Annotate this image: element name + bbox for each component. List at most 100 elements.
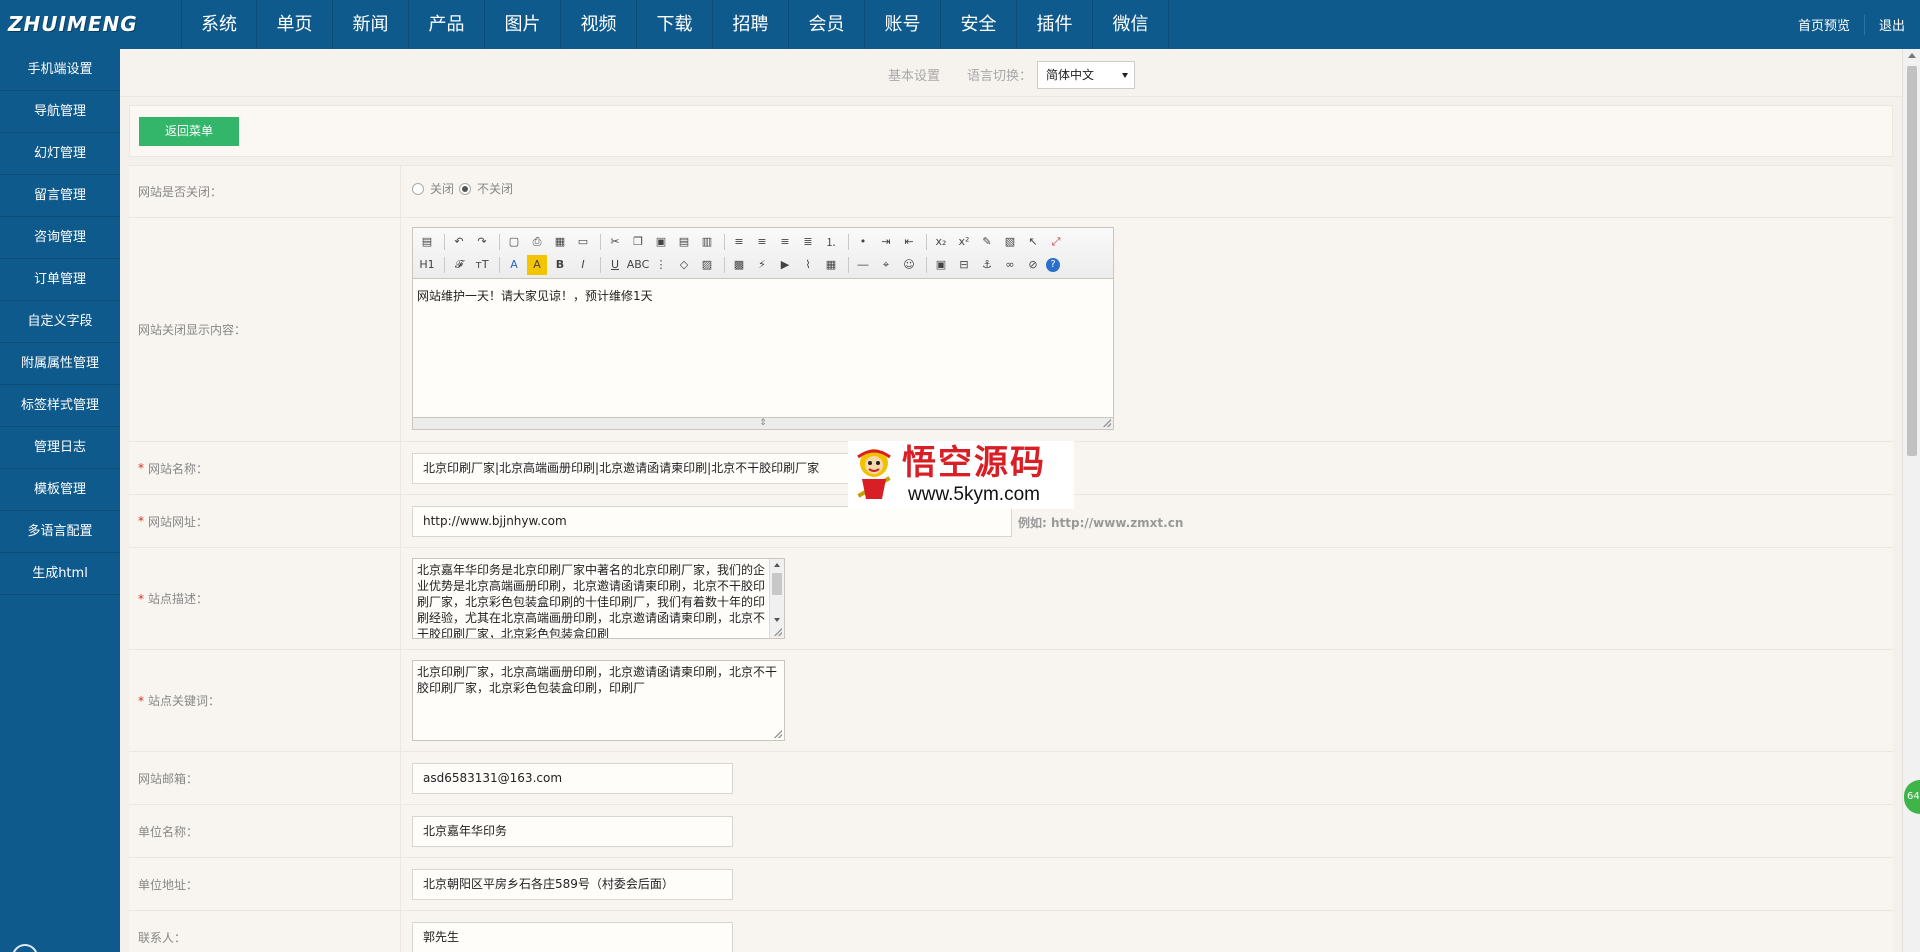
indent-icon[interactable]: ⇥ bbox=[876, 232, 896, 252]
superscript-icon[interactable]: x² bbox=[954, 232, 974, 252]
nav-item-images[interactable]: 图片 bbox=[485, 0, 561, 49]
contact-input[interactable]: 郭先生 bbox=[412, 922, 733, 952]
outdent-icon[interactable]: ⇤ bbox=[899, 232, 919, 252]
site-description-textarea[interactable]: 北京嘉年华印务是北京印刷厂家中著名的北京印刷厂家，我们的企业优势是北京高端画册印… bbox=[412, 558, 785, 639]
sidebar-item-templates[interactable]: 模板管理 bbox=[0, 469, 120, 511]
address-input[interactable]: 北京朝阳区平房乡石各庄589号（村委会后面） bbox=[412, 869, 733, 900]
sidebar-item-generate-html[interactable]: 生成html bbox=[0, 553, 120, 595]
paste-text-icon[interactable]: ▤ bbox=[674, 232, 694, 252]
sidebar-item-messages[interactable]: 留言管理 bbox=[0, 175, 120, 217]
nav-item-download[interactable]: 下载 bbox=[637, 0, 713, 49]
sidebar-item-inquiries[interactable]: 咨询管理 bbox=[0, 217, 120, 259]
attachment-icon[interactable]: ⌇ bbox=[798, 255, 818, 275]
justify-icon[interactable]: ≣ bbox=[798, 232, 818, 252]
email-input[interactable]: asd6583131@163.com bbox=[412, 763, 733, 794]
site-keywords-textarea[interactable]: 北京印刷厂家，北京高端画册印刷，北京邀请函请柬印刷，北京不干胶印刷厂家，北京彩色… bbox=[412, 660, 785, 741]
logout-link[interactable]: 退出 bbox=[1879, 15, 1905, 34]
table-icon[interactable]: ▦ bbox=[821, 255, 841, 275]
nav-item-video[interactable]: 视频 bbox=[561, 0, 637, 49]
scroll-up-icon[interactable] bbox=[1908, 53, 1916, 58]
template-icon[interactable]: ▦ bbox=[550, 232, 570, 252]
subscript-icon[interactable]: x₂ bbox=[931, 232, 951, 252]
line-height-icon[interactable]: ⋮ bbox=[651, 255, 671, 275]
back-to-menu-button[interactable]: 返回菜单 bbox=[139, 117, 239, 146]
tab-basic-settings[interactable]: 基本设置 bbox=[888, 65, 940, 84]
paste-icon[interactable]: ▣ bbox=[651, 232, 671, 252]
company-input[interactable]: 北京嘉年华印务 bbox=[412, 816, 733, 847]
font-color-icon[interactable]: A bbox=[504, 255, 524, 275]
fullscreen-icon[interactable]: ⤢ bbox=[1046, 232, 1066, 252]
redo-icon[interactable]: ↷ bbox=[472, 232, 492, 252]
textarea-scrollbar[interactable] bbox=[769, 559, 784, 638]
nav-item-security[interactable]: 安全 bbox=[941, 0, 1017, 49]
link-icon[interactable]: ∞ bbox=[1000, 255, 1020, 275]
map-icon[interactable]: ⌖ bbox=[876, 255, 896, 275]
bold-icon[interactable]: B bbox=[550, 255, 570, 275]
sidebar-item-slides[interactable]: 幻灯管理 bbox=[0, 133, 120, 175]
help-icon[interactable]: ? bbox=[1046, 257, 1060, 272]
align-center-icon[interactable]: ≡ bbox=[752, 232, 772, 252]
nav-item-jobs[interactable]: 招聘 bbox=[713, 0, 789, 49]
nav-item-accounts[interactable]: 账号 bbox=[865, 0, 941, 49]
strikethrough-icon[interactable]: ABC bbox=[627, 255, 650, 275]
copy-icon[interactable]: ❐ bbox=[628, 232, 648, 252]
italic-icon[interactable]: I bbox=[573, 255, 593, 275]
multi-image-icon[interactable]: ▩ bbox=[729, 255, 749, 275]
image-icon[interactable]: ▨ bbox=[697, 255, 717, 275]
nav-item-news[interactable]: 新闻 bbox=[333, 0, 409, 49]
align-right-icon[interactable]: ≡ bbox=[775, 232, 795, 252]
unordered-list-icon[interactable]: • bbox=[853, 232, 873, 252]
language-select[interactable]: 简体中文 bbox=[1037, 61, 1135, 89]
editor-body[interactable]: 网站维护一天！请大家见谅！，预计维修1天 bbox=[413, 279, 1113, 416]
sidebar-item-attributes[interactable]: 附属属性管理 bbox=[0, 343, 120, 385]
font-size-icon[interactable]: тT bbox=[472, 255, 492, 275]
page-scrollbar[interactable] bbox=[1902, 49, 1920, 952]
resize-grip-icon[interactable] bbox=[1103, 419, 1111, 427]
sidebar-item-tag-styles[interactable]: 标签样式管理 bbox=[0, 385, 120, 427]
heading-icon[interactable]: H1 bbox=[417, 255, 437, 275]
resize-grip-icon[interactable] bbox=[774, 628, 782, 636]
pointer-icon[interactable]: ↖ bbox=[1023, 232, 1043, 252]
highlight-icon[interactable]: A bbox=[527, 254, 547, 275]
undo-icon[interactable]: ↶ bbox=[449, 232, 469, 252]
clear-format-icon[interactable]: ✎ bbox=[977, 232, 997, 252]
nav-item-system[interactable]: 系统 bbox=[181, 0, 257, 49]
nav-item-plugins[interactable]: 插件 bbox=[1017, 0, 1093, 49]
resize-grip-icon[interactable] bbox=[774, 730, 782, 738]
media-icon[interactable]: ▶ bbox=[775, 255, 795, 275]
scroll-thumb[interactable] bbox=[772, 573, 782, 595]
nav-item-pages[interactable]: 单页 bbox=[257, 0, 333, 49]
nav-item-wechat[interactable]: 微信 bbox=[1093, 0, 1169, 49]
scroll-thumb[interactable] bbox=[1907, 66, 1917, 456]
nav-item-members[interactable]: 会员 bbox=[789, 0, 865, 49]
home-preview-link[interactable]: 首页预览 bbox=[1798, 15, 1850, 34]
emoticon-icon[interactable]: ☺ bbox=[899, 255, 919, 275]
anchor-icon[interactable]: ⚓ bbox=[977, 255, 997, 275]
nav-item-products[interactable]: 产品 bbox=[409, 0, 485, 49]
radio-keep-open[interactable]: 不关闭 bbox=[459, 180, 513, 197]
sidebar-item-custom-fields[interactable]: 自定义字段 bbox=[0, 301, 120, 343]
brand-logo[interactable]: ZHUIMENG bbox=[8, 11, 176, 37]
cut-icon[interactable]: ✂ bbox=[605, 232, 625, 252]
eraser-icon[interactable]: ◇ bbox=[674, 255, 694, 275]
rich-text-editor[interactable]: ▤ ↶ ↷ ▢ ⎙ ▦ ▭ ✂ ❐ ▣ ▤ ▥ ≡ ≡ ≡ ≣ ⒈ • ⇥ ⇤ x₂ x² ✎ ▧ ↖ ⤢ H1 𝓕тT A A B I U A… bbox=[412, 227, 1114, 430]
code-icon[interactable]: ▭ bbox=[573, 232, 593, 252]
paste-word-icon[interactable]: ▥ bbox=[697, 232, 717, 252]
print-icon[interactable]: ⎙ bbox=[527, 232, 547, 252]
sidebar-item-navigation[interactable]: 导航管理 bbox=[0, 91, 120, 133]
select-all-icon[interactable]: ▧ bbox=[1000, 232, 1020, 252]
editor-resize-handle[interactable]: ⇕ bbox=[413, 417, 1113, 429]
page-break-icon[interactable]: ⊟ bbox=[954, 255, 974, 275]
radio-close[interactable]: 关闭 bbox=[412, 180, 454, 197]
sidebar-item-languages[interactable]: 多语言配置 bbox=[0, 511, 120, 553]
sidebar-item-orders[interactable]: 订单管理 bbox=[0, 259, 120, 301]
flash-icon[interactable]: ⚡ bbox=[752, 255, 772, 275]
insert-image-icon[interactable]: ▣ bbox=[931, 255, 951, 275]
site-url-input[interactable]: http://www.bjjnhyw.com bbox=[412, 506, 1012, 537]
align-left-icon[interactable]: ≡ bbox=[729, 232, 749, 252]
ordered-list-icon[interactable]: ⒈ bbox=[821, 232, 841, 252]
sidebar-item-logs[interactable]: 管理日志 bbox=[0, 427, 120, 469]
preview-icon[interactable]: ▢ bbox=[504, 232, 524, 252]
font-family-icon[interactable]: 𝓕 bbox=[449, 255, 469, 275]
unlink-icon[interactable]: ⊘ bbox=[1023, 255, 1043, 275]
